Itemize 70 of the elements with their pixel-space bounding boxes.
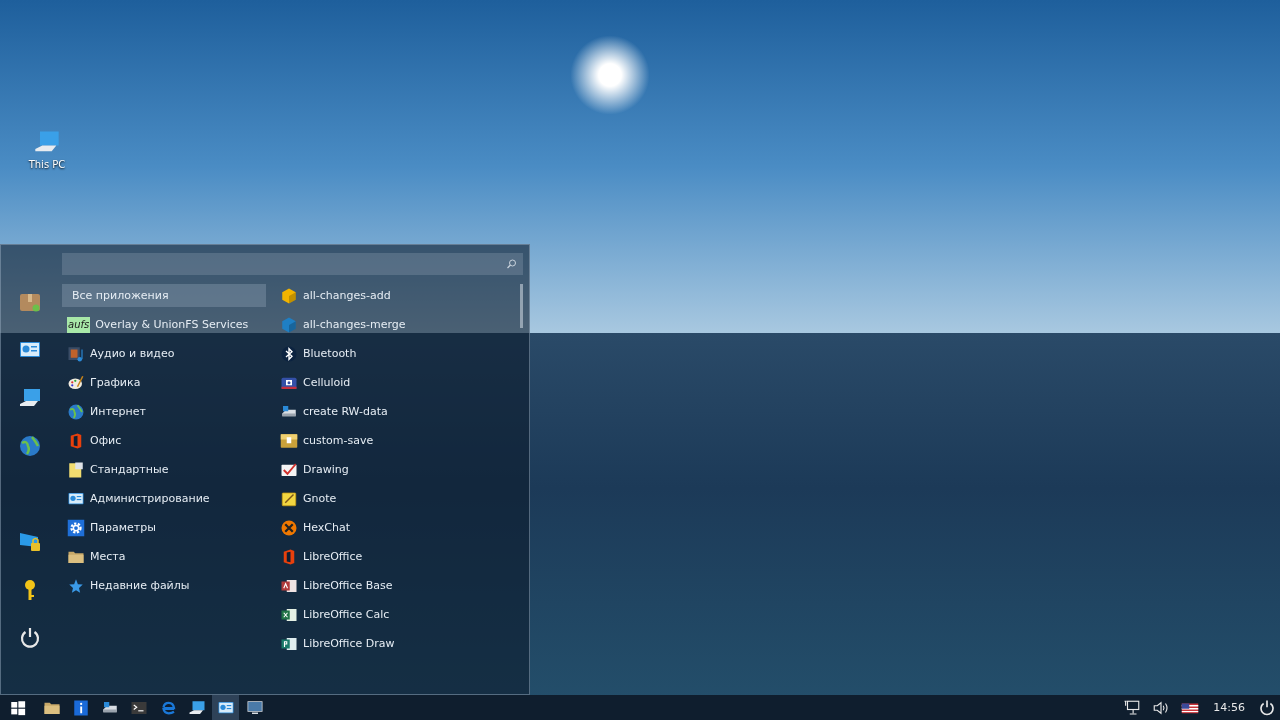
app-item[interactable]: LibreOffice Base [276,574,523,597]
power-icon [1258,698,1276,717]
network-icon [1123,698,1142,717]
windows-logo-icon [9,698,27,717]
app-label: Bluetooth [303,347,357,360]
category-label: Overlay & UnionFS Services [95,318,249,331]
cube-icon [280,315,298,334]
app-label: LibreOffice Draw [303,637,395,650]
category-item[interactable]: Стандартные [62,458,266,481]
app-label: create RW-data [303,405,388,418]
category-item[interactable]: Администрирование [62,487,266,510]
clock[interactable]: 14:56 [1213,701,1245,714]
cube-icon [280,286,298,305]
app-label: LibreOffice Base [303,579,393,592]
app-item[interactable]: LibreOffice Draw [276,632,523,655]
computer-icon [187,698,206,717]
app-label: LibreOffice [303,550,363,563]
globe-icon [67,402,85,421]
app-label: all-changes-merge [303,318,406,331]
cross-circle-icon [280,518,298,537]
category-label: Места [90,550,126,563]
app-label: Drawing [303,463,349,476]
scrollbar[interactable] [520,284,523,328]
category-label: Стандартные [90,463,169,476]
app-item[interactable]: all-changes-merge [276,313,523,336]
film-music-icon [67,344,85,363]
globe-icon [17,434,42,458]
monitor-lock-icon [17,530,42,554]
app-item[interactable]: create RW-data [276,400,523,423]
category-item[interactable]: Места [62,545,266,568]
app-label: custom-save [303,434,374,447]
category-label: Аудио и видео [90,347,175,360]
app-label: Gnote [303,492,337,505]
desktop-shortcut[interactable]: This PC [27,128,67,170]
search-field[interactable] [62,253,523,275]
category-item[interactable]: Интернет [62,400,266,423]
palette-icon [67,373,85,392]
bluetooth-icon [280,344,298,363]
app-item[interactable]: LibreOffice [276,545,523,568]
category-label: Офис [90,434,122,447]
category-item[interactable]: Аудио и видео [62,342,266,365]
category-label: Администрирование [90,492,210,505]
monitor-icon [245,698,264,717]
category-item[interactable]: Недавние файлы [62,574,266,597]
app-item[interactable]: Drawing [276,458,523,481]
notepad-pencil-icon [280,489,298,508]
app-item[interactable]: all-changes-add [276,284,523,307]
app-label: LibreOffice Calc [303,608,390,621]
category-item[interactable]: Графика [62,371,266,394]
app-label: HexChat [303,521,351,534]
category-item[interactable]: aufs Overlay & UnionFS Services [62,313,266,336]
search-icon [506,258,518,270]
category-label: Интернет [90,405,146,418]
category-label: Параметры [90,521,156,534]
category-item[interactable]: Параметры [62,516,266,539]
category-label: Все приложения [72,289,169,302]
app-item[interactable]: Celluloid [276,371,523,394]
app-item[interactable]: HexChat [276,516,523,539]
category-label: Недавние файлы [90,579,190,592]
app-item[interactable]: Bluetooth [276,342,523,365]
app-label: all-changes-add [303,289,391,302]
taskbar-app-button[interactable] [212,695,239,720]
app-item[interactable]: LibreOffice Calc [276,603,523,626]
category-label: Графика [90,376,141,389]
app-item[interactable]: Gnote [276,487,523,510]
category-item[interactable]: Все приложения [62,284,266,307]
app-label: Celluloid [303,376,351,389]
app-item[interactable]: custom-save [276,429,523,452]
info-icon [71,698,90,717]
category-item[interactable]: Офис [62,429,266,452]
